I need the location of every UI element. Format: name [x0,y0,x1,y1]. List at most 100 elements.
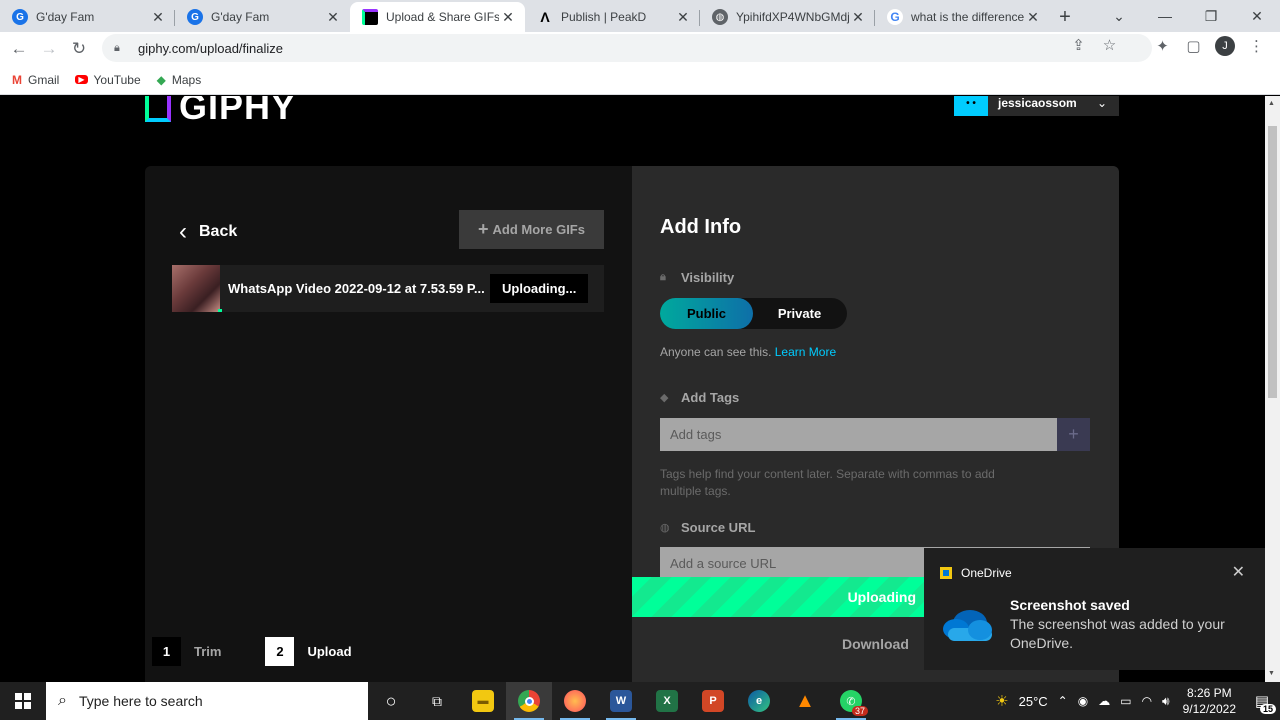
visibility-label-text: Visibility [681,270,735,285]
location-icon[interactable]: ◉ [1078,694,1088,708]
clock[interactable]: 8:26 PM 9/12/2022 [1183,685,1236,717]
close-icon[interactable]: ✕ [1232,562,1245,582]
page-scrollbar[interactable]: ▲ ▼ [1265,96,1280,682]
taskbar-search[interactable]: ⌕ Type here to search [46,682,368,720]
menu-icon[interactable]: ⋮ [1241,37,1272,55]
tab-title: G'day Fam [36,10,95,24]
bookmark-maps[interactable]: ◆ Maps [157,73,202,87]
bookmark-star-icon[interactable]: ☆ [1094,36,1125,54]
toolbar-actions: ⇪ ☆ ✦ ▢ J ⋮ [1072,36,1272,56]
powerpoint-icon[interactable]: P [690,682,736,720]
close-icon[interactable]: ✕ [1024,9,1042,26]
restore-icon[interactable]: ❐ [1188,8,1234,25]
notification-center-button[interactable]: ▤ 15 [1244,682,1280,720]
tags-label-text: Add Tags [681,390,740,405]
download-button[interactable]: Download [842,636,909,652]
bookmark-gmail[interactable]: M Gmail [12,73,59,87]
globe-icon: G [12,9,28,25]
tag-icon: ◆ [660,392,669,404]
close-icon[interactable]: ✕ [674,9,692,26]
battery-icon[interactable]: ▭ [1120,694,1131,708]
windows-logo-icon [15,693,31,709]
search-placeholder: Type here to search [78,693,203,709]
profile-avatar[interactable]: J [1215,36,1235,56]
task-view-icon[interactable]: ⧉ [414,682,460,720]
cloud-icon [943,610,992,641]
browser-tab[interactable]: G G'day Fam ✕ [0,2,175,32]
word-icon[interactable]: W [598,682,644,720]
source-url-label: ◍ Source URL [660,520,755,535]
edge-icon[interactable]: e [736,682,782,720]
bookmark-youtube[interactable]: ▶ YouTube [75,73,141,87]
side-panel-icon[interactable]: ▢ [1178,37,1209,55]
chrome-icon[interactable] [506,682,552,720]
globe-icon: ◍ [712,9,728,25]
add-tag-button[interactable]: + [1057,418,1090,451]
visibility-private-option[interactable]: Private [753,298,846,329]
back-arrow-icon[interactable]: ← [4,39,34,59]
windows-taskbar: ⌕ Type here to search ○ ⧉ ▬ W X P e ▲ ✆ … [0,682,1280,720]
user-menu[interactable]: • • jessicaossom ⌄ [954,96,1119,116]
window-controls: ⌄ — ❐ ✕ [1096,0,1280,32]
visibility-public-option[interactable]: Public [660,298,753,329]
browser-tab[interactable]: ◍ YpihifdXP4WNbGMdj ✕ [700,2,875,32]
address-bar[interactable]: 🔒︎ giphy.com/upload/finalize [102,34,1152,62]
scroll-up-icon[interactable]: ▲ [1268,100,1275,107]
close-icon[interactable]: ✕ [149,9,167,26]
cortana-icon[interactable]: ○ [368,682,414,720]
volume-icon[interactable]: 🔊︎ [1162,694,1170,709]
lock-icon: 🔒︎ [114,41,120,54]
minimize-icon[interactable]: — [1142,8,1188,24]
chevron-down-icon: ⌄ [1096,96,1107,110]
onedrive-notification[interactable]: OneDrive ✕ Screenshot saved The screensh… [924,548,1265,670]
back-button[interactable]: ‹ Back [179,218,237,246]
giphy-icon [362,9,378,25]
reload-icon[interactable]: ↻ [64,39,94,59]
file-explorer-icon[interactable]: ▬ [460,682,506,720]
extensions-icon[interactable]: ✦ [1147,37,1178,55]
giphy-logo[interactable]: GIPHY [145,96,296,128]
bookmarks-bar: M Gmail ▶ YouTube ◆ Maps [0,65,1280,95]
browser-tab-active[interactable]: Upload & Share GIFs ✕ [350,2,525,32]
firefox-icon[interactable] [552,682,598,720]
close-icon[interactable]: ✕ [499,9,517,26]
scrollbar-thumb[interactable] [1268,126,1277,398]
close-icon[interactable]: ✕ [849,9,867,26]
share-icon[interactable]: ⇪ [1063,36,1094,54]
start-button[interactable] [0,682,46,720]
tab-title: Publish | PeakD [561,10,647,24]
visibility-help-text: Anyone can see this. [660,345,772,359]
upload-progress-button[interactable]: Uploading [632,577,932,617]
weather-icon[interactable]: ☀ [995,692,1008,710]
whatsapp-icon[interactable]: ✆ 37 [828,682,874,720]
tags-input[interactable] [660,418,1057,451]
browser-tab-bar: G G'day Fam ✕ G G'day Fam ✕ Upload & Sha… [0,0,1280,32]
add-more-label: Add More GIFs [492,222,585,237]
onedrive-tray-icon[interactable]: ☁ [1098,694,1110,708]
vlc-icon[interactable]: ▲ [782,682,828,720]
tab-search-icon[interactable]: ⌄ [1096,8,1142,25]
add-more-gifs-button[interactable]: + Add More GIFs [459,210,604,249]
wifi-icon[interactable]: ◠ [1142,694,1152,708]
excel-icon[interactable]: X [644,682,690,720]
lock-icon: 🔒︎ [660,271,666,283]
weather-temp[interactable]: 25°C [1019,694,1048,709]
tags-help: Tags help find your content later. Separ… [660,467,995,498]
close-icon[interactable]: ✕ [324,9,342,26]
new-tab-button[interactable]: + [1050,2,1080,32]
chevron-up-icon[interactable]: ⌃ [1058,694,1068,708]
upload-file-row: WhatsApp Video 2022-09-12 at 7.53.59 P..… [172,265,604,312]
scroll-down-icon[interactable]: ▼ [1268,670,1275,677]
tab-title: Upload & Share GIFs [386,10,499,24]
notification-header: OneDrive [940,566,1012,580]
step-number[interactable]: 2 [265,637,295,666]
step-label[interactable]: Trim [194,644,221,659]
browser-tab[interactable]: G G'day Fam ✕ [175,2,350,32]
browser-tab[interactable]: Λ Publish | PeakD ✕ [525,2,700,32]
browser-tab[interactable]: G what is the difference ✕ [875,2,1050,32]
close-window-icon[interactable]: ✕ [1234,8,1280,25]
forward-arrow-icon[interactable]: → [34,39,64,59]
learn-more-link[interactable]: Learn More [775,345,836,359]
step-number[interactable]: 1 [152,637,181,666]
step-label[interactable]: Upload [307,644,351,659]
